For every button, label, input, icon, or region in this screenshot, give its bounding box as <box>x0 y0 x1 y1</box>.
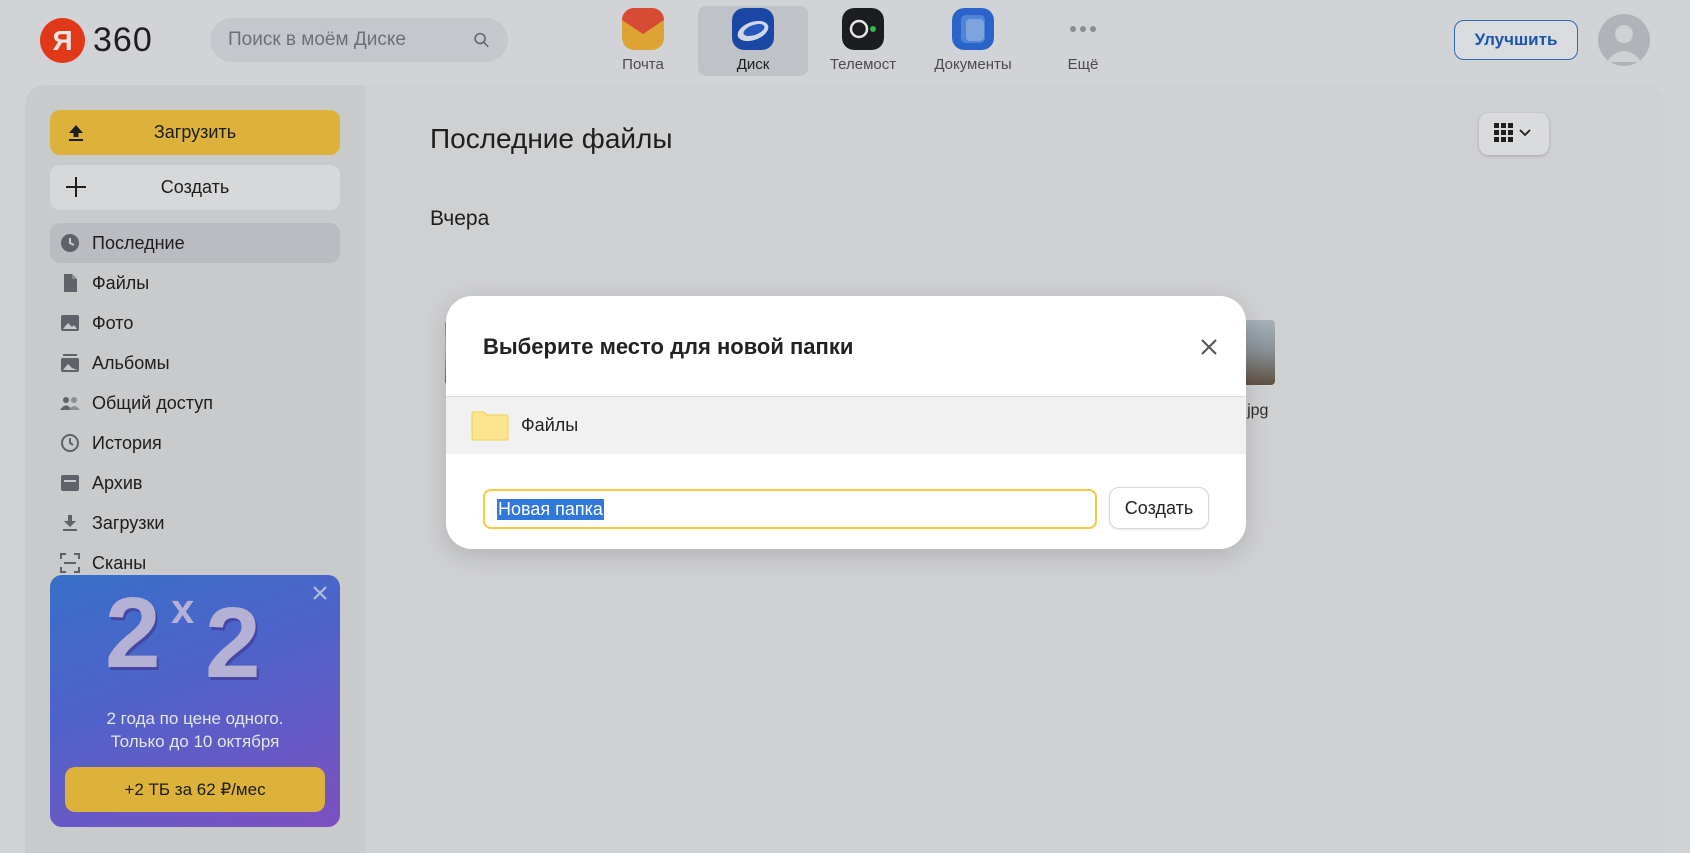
folder-name-input[interactable]: Новая папка <box>483 489 1097 529</box>
close-icon[interactable] <box>1198 336 1220 358</box>
new-folder-dialog: Выберите место для новой папки Файлы Нов… <box>446 296 1246 549</box>
dialog-title: Выберите место для новой папки <box>483 334 854 359</box>
create-folder-button[interactable]: Создать <box>1109 487 1209 529</box>
folder-label: Файлы <box>521 415 579 435</box>
folder-list-item[interactable]: Файлы <box>446 396 1246 454</box>
folder-icon <box>471 411 509 440</box>
folder-name-value[interactable]: Новая папка <box>497 498 604 520</box>
